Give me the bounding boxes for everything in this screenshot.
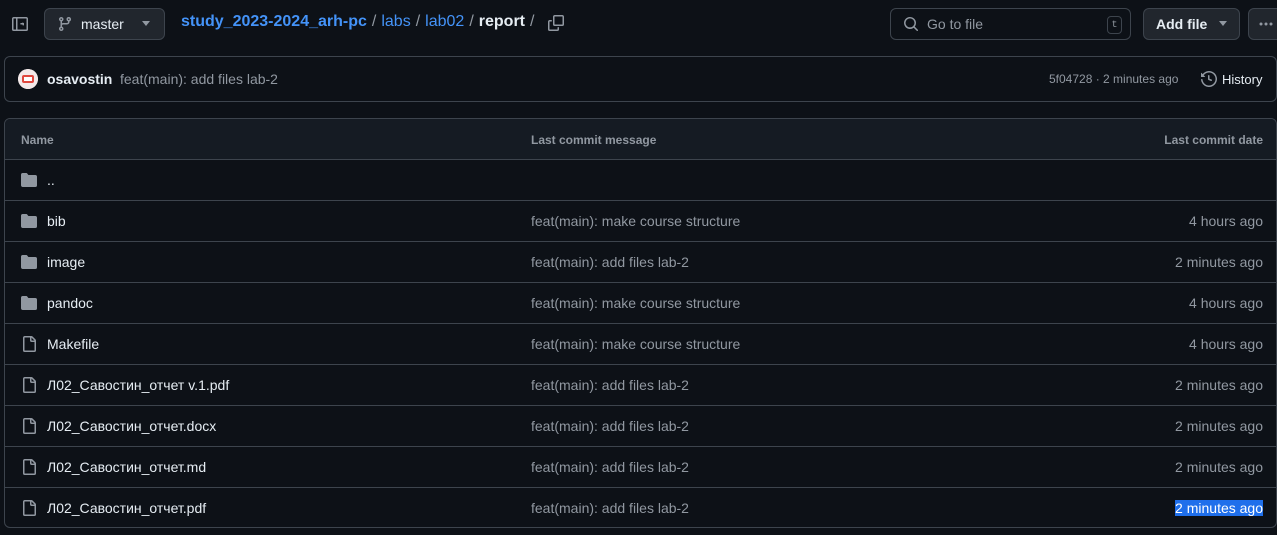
file-icon xyxy=(21,500,37,516)
chevron-down-icon xyxy=(1219,21,1227,26)
commit-date: 4 hours ago xyxy=(1189,213,1263,229)
keyboard-shortcut-hint: t xyxy=(1107,16,1122,34)
folder-row[interactable]: image feat(main): add files lab-2 2 minute… xyxy=(5,242,1276,283)
file-icon xyxy=(21,377,37,393)
commit-date: 2 minutes ago xyxy=(1175,459,1263,475)
column-header-name: Name xyxy=(21,133,54,147)
commit-message-link[interactable]: feat(main): add files lab-2 xyxy=(531,500,689,516)
file-row[interactable]: Л02_Савостин_отчет.pdf feat(main): add fi… xyxy=(5,488,1276,527)
commit-sha-time[interactable]: 5f04728 · 2 minutes ago xyxy=(1049,72,1178,86)
commit-date: 2 minutes ago xyxy=(1175,418,1263,434)
latest-commit-bar: osavostin feat(main): add files lab-2 5f… xyxy=(4,56,1277,102)
file-name-link[interactable]: Л02_Савостин_отчет.md xyxy=(47,459,206,475)
kebab-horizontal-icon xyxy=(1259,22,1273,26)
commit-message-link[interactable]: feat(main): make course structure xyxy=(531,336,740,352)
commit-message-link[interactable]: feat(main): add files lab-2 xyxy=(531,377,689,393)
commit-message-link[interactable]: feat(main): make course structure xyxy=(531,295,740,311)
commit-message-link[interactable]: feat(main): add files lab-2 xyxy=(531,254,689,270)
go-to-file-input[interactable] xyxy=(927,16,1097,32)
file-name-link[interactable]: Л02_Савостин_отчет v.1.pdf xyxy=(47,377,229,393)
file-row[interactable]: Л02_Савостин_отчет v.1.pdf feat(main): ad… xyxy=(5,365,1276,406)
branch-name: master xyxy=(81,16,124,32)
breadcrumb-current: report xyxy=(478,13,525,30)
folder-icon xyxy=(21,213,37,229)
folder-row[interactable]: pandoc feat(main): make course structure 4… xyxy=(5,283,1276,324)
folder-row[interactable]: .. xyxy=(5,160,1276,201)
commit-date: 4 hours ago xyxy=(1189,295,1263,311)
commit-message[interactable]: feat(main): add files lab-2 xyxy=(120,71,278,87)
file-icon xyxy=(21,336,37,352)
file-table: Name Last commit message Last commit dat… xyxy=(4,118,1277,528)
file-name-link[interactable]: Л02_Савостин_отчет.pdf xyxy=(47,500,206,516)
parent-directory-link[interactable]: .. xyxy=(47,172,55,188)
history-label: History xyxy=(1222,71,1263,87)
file-row[interactable]: Makefile feat(main): make course structur… xyxy=(5,324,1276,365)
commit-date: 2 minutes ago xyxy=(1175,254,1263,270)
commit-author[interactable]: osavostin xyxy=(47,71,112,87)
breadcrumb-separator: / xyxy=(371,13,377,30)
history-button[interactable]: History xyxy=(1201,71,1262,87)
breadcrumb-repo-link[interactable]: study_2023-2024_arh-pc xyxy=(181,13,367,31)
avatar[interactable] xyxy=(18,69,38,89)
git-branch-icon xyxy=(58,17,71,32)
commit-date: 2 minutes ago xyxy=(1175,377,1263,393)
chevron-down-icon xyxy=(142,21,150,26)
folder-icon xyxy=(21,172,37,188)
commit-date: 2 minutes ago xyxy=(1175,500,1263,516)
file-row[interactable]: Л02_Савостин_отчет.docx feat(main): add f… xyxy=(5,406,1276,447)
search-icon xyxy=(904,17,919,32)
file-table-header: Name Last commit message Last commit dat… xyxy=(5,119,1276,160)
history-icon xyxy=(1201,71,1217,87)
more-options-button[interactable] xyxy=(1248,8,1277,40)
file-name-link[interactable]: pandoc xyxy=(47,295,93,311)
file-name-link[interactable]: image xyxy=(47,254,85,270)
commit-message-link[interactable]: feat(main): make course structure xyxy=(531,213,740,229)
file-name-link[interactable]: Л02_Савостин_отчет.docx xyxy=(47,418,216,434)
copy-path-icon[interactable] xyxy=(548,15,566,33)
folder-icon xyxy=(21,295,37,311)
file-name-link[interactable]: bib xyxy=(47,213,66,229)
commit-date: 4 hours ago xyxy=(1189,336,1263,352)
file-name-link[interactable]: Makefile xyxy=(47,336,99,352)
breadcrumb-labs-link[interactable]: labs xyxy=(381,13,410,31)
breadcrumb-separator: / xyxy=(469,13,474,30)
column-header-message: Last commit message xyxy=(531,133,657,147)
add-file-button[interactable]: Add file xyxy=(1143,8,1240,40)
commit-message-link[interactable]: feat(main): add files lab-2 xyxy=(531,418,689,434)
commit-message-link[interactable]: feat(main): add files lab-2 xyxy=(531,459,689,475)
go-to-file-search[interactable]: t xyxy=(890,8,1131,40)
file-icon xyxy=(21,459,37,475)
file-icon xyxy=(21,418,37,434)
breadcrumb-separator: / xyxy=(415,13,421,30)
add-file-label: Add file xyxy=(1156,16,1208,32)
branch-selector-button[interactable]: master xyxy=(44,8,165,40)
sidebar-toggle-icon[interactable] xyxy=(8,12,32,36)
column-header-date: Last commit date xyxy=(1164,133,1263,147)
breadcrumb-lab-link[interactable]: lab02 xyxy=(425,13,464,31)
breadcrumb-separator: / xyxy=(530,13,535,30)
folder-icon xyxy=(21,254,37,270)
breadcrumb: study_2023-2024_arh-pc / labs / lab02 / … xyxy=(181,13,539,31)
file-row[interactable]: Л02_Савостин_отчет.md feat(main): add fil… xyxy=(5,447,1276,488)
repo-header: master study_2023-2024_arh-pc / labs / l… xyxy=(0,0,1277,50)
folder-row[interactable]: bib feat(main): make course structure 4 ho… xyxy=(5,201,1276,242)
